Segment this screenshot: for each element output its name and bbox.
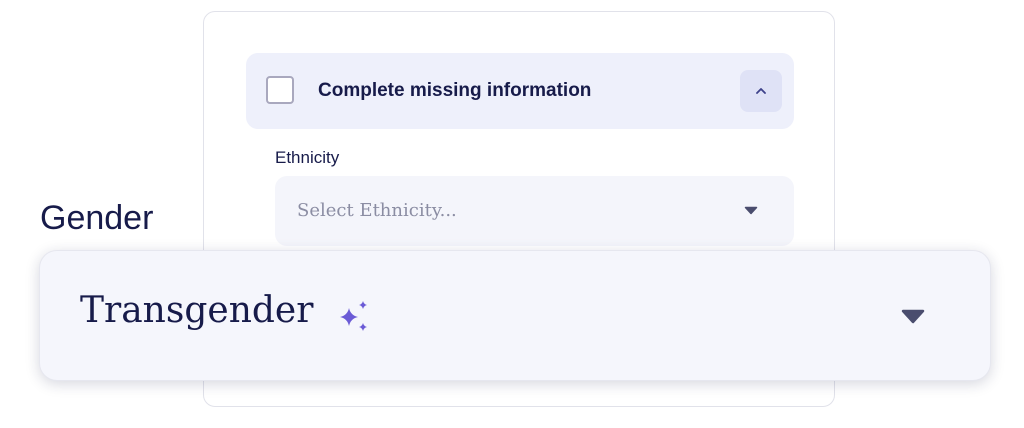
ethnicity-placeholder: Select Ethnicity... xyxy=(297,200,457,221)
ethnicity-select[interactable]: Select Ethnicity... xyxy=(275,176,794,246)
sparkle-icon xyxy=(340,301,367,331)
ethnicity-label: Ethnicity xyxy=(275,148,340,167)
complete-missing-info-checkbox[interactable] xyxy=(266,76,294,104)
section-title: Complete missing information xyxy=(318,80,592,101)
gender-select[interactable]: Transgender xyxy=(39,250,991,381)
form-stage: Complete missing information Ethnicity S… xyxy=(0,0,1024,428)
caret-down-icon xyxy=(744,206,758,215)
gender-label: Gender xyxy=(40,199,154,237)
gender-selected-value: Transgender xyxy=(80,290,314,331)
missing-info-section-header[interactable]: Complete missing information xyxy=(246,53,794,129)
collapse-section-button[interactable] xyxy=(740,70,782,112)
chevron-up-icon xyxy=(756,88,766,94)
caret-down-icon xyxy=(901,309,925,324)
